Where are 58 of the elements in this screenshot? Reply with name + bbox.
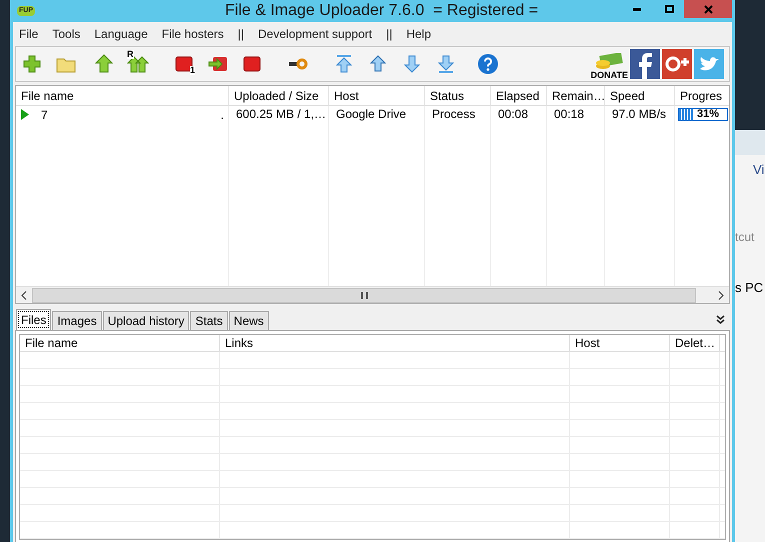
- google-plus-icon[interactable]: [662, 49, 692, 79]
- column-header[interactable]: File name: [16, 86, 229, 105]
- facebook-icon[interactable]: [630, 49, 660, 79]
- column-header[interactable]: Remain…: [547, 86, 605, 105]
- table-cell-text: 00:18: [553, 106, 586, 123]
- scroll-thumb[interactable]: [32, 288, 696, 302]
- tab[interactable]: Files: [16, 309, 52, 330]
- tab[interactable]: News: [228, 311, 269, 330]
- play-icon: [21, 109, 29, 120]
- menu-item[interactable]: File hosters: [162, 25, 224, 43]
- column-header[interactable]: Uploaded / Size: [229, 86, 329, 105]
- menu-item[interactable]: Development support: [258, 25, 372, 43]
- menu-item[interactable]: ||: [238, 25, 244, 43]
- column-header[interactable]: File name: [20, 335, 220, 351]
- progress-percent: 31%: [697, 109, 720, 120]
- menu-item[interactable]: ||: [386, 25, 392, 43]
- window-title: File & Image Uploader 7.6.0 = Registered =: [225, 1, 538, 21]
- table-cell-text: 00:08: [497, 106, 530, 123]
- background-window-header: [735, 130, 765, 155]
- background-text: tcut: [735, 231, 756, 243]
- table-cell-text: Process: [431, 106, 476, 123]
- arrow-bottom-icon[interactable]: [435, 53, 457, 75]
- menu-item[interactable]: File: [19, 25, 38, 43]
- close-button[interactable]: [684, 0, 732, 18]
- column-header[interactable]: Links: [220, 335, 570, 351]
- tab[interactable]: Stats: [190, 311, 228, 330]
- column-header[interactable]: Delet…: [670, 335, 720, 351]
- table-cell-text: 97.0 MB/s: [611, 106, 668, 123]
- plus-icon[interactable]: [21, 53, 43, 75]
- table-cell-text: Google Drive: [335, 106, 408, 123]
- background-text: Vi: [752, 163, 765, 176]
- arrow-icon[interactable]: [401, 53, 423, 75]
- double-chevron-icon[interactable]: [716, 315, 725, 324]
- help-icon[interactable]: [477, 53, 499, 75]
- horizontal-scrollbar[interactable]: [16, 286, 729, 303]
- column-header[interactable]: Status: [425, 86, 491, 105]
- tab[interactable]: Upload history: [102, 311, 190, 330]
- menu-item[interactable]: Help: [406, 25, 432, 43]
- column-header[interactable]: Speed: [605, 86, 675, 105]
- background-text: s PC: [735, 281, 764, 294]
- menu-item[interactable]: Tools: [52, 25, 80, 43]
- scroll-right-icon[interactable]: [718, 290, 724, 300]
- scroll-left-icon[interactable]: [21, 290, 27, 300]
- table-cell-text: 600.25 MB / 1,…: [235, 106, 328, 123]
- arrow-top-icon[interactable]: [333, 53, 355, 75]
- donate-button[interactable]: DONATE: [590, 48, 628, 80]
- table-cell-text: 7: [41, 106, 48, 124]
- menu-item[interactable]: Language: [94, 25, 148, 43]
- table-cell-text: .: [220, 106, 224, 124]
- column-header[interactable]: Host: [329, 86, 425, 105]
- column-header[interactable]: Progres: [675, 86, 729, 105]
- up-arrows-icon[interactable]: R: [127, 53, 149, 75]
- money-icon: [594, 53, 624, 71]
- close-icon: [704, 4, 712, 14]
- column-header[interactable]: Host: [570, 335, 670, 351]
- up-arrow-icon[interactable]: [93, 53, 115, 75]
- column-header[interactable]: Elapsed: [491, 86, 547, 105]
- tab[interactable]: Images: [52, 311, 102, 330]
